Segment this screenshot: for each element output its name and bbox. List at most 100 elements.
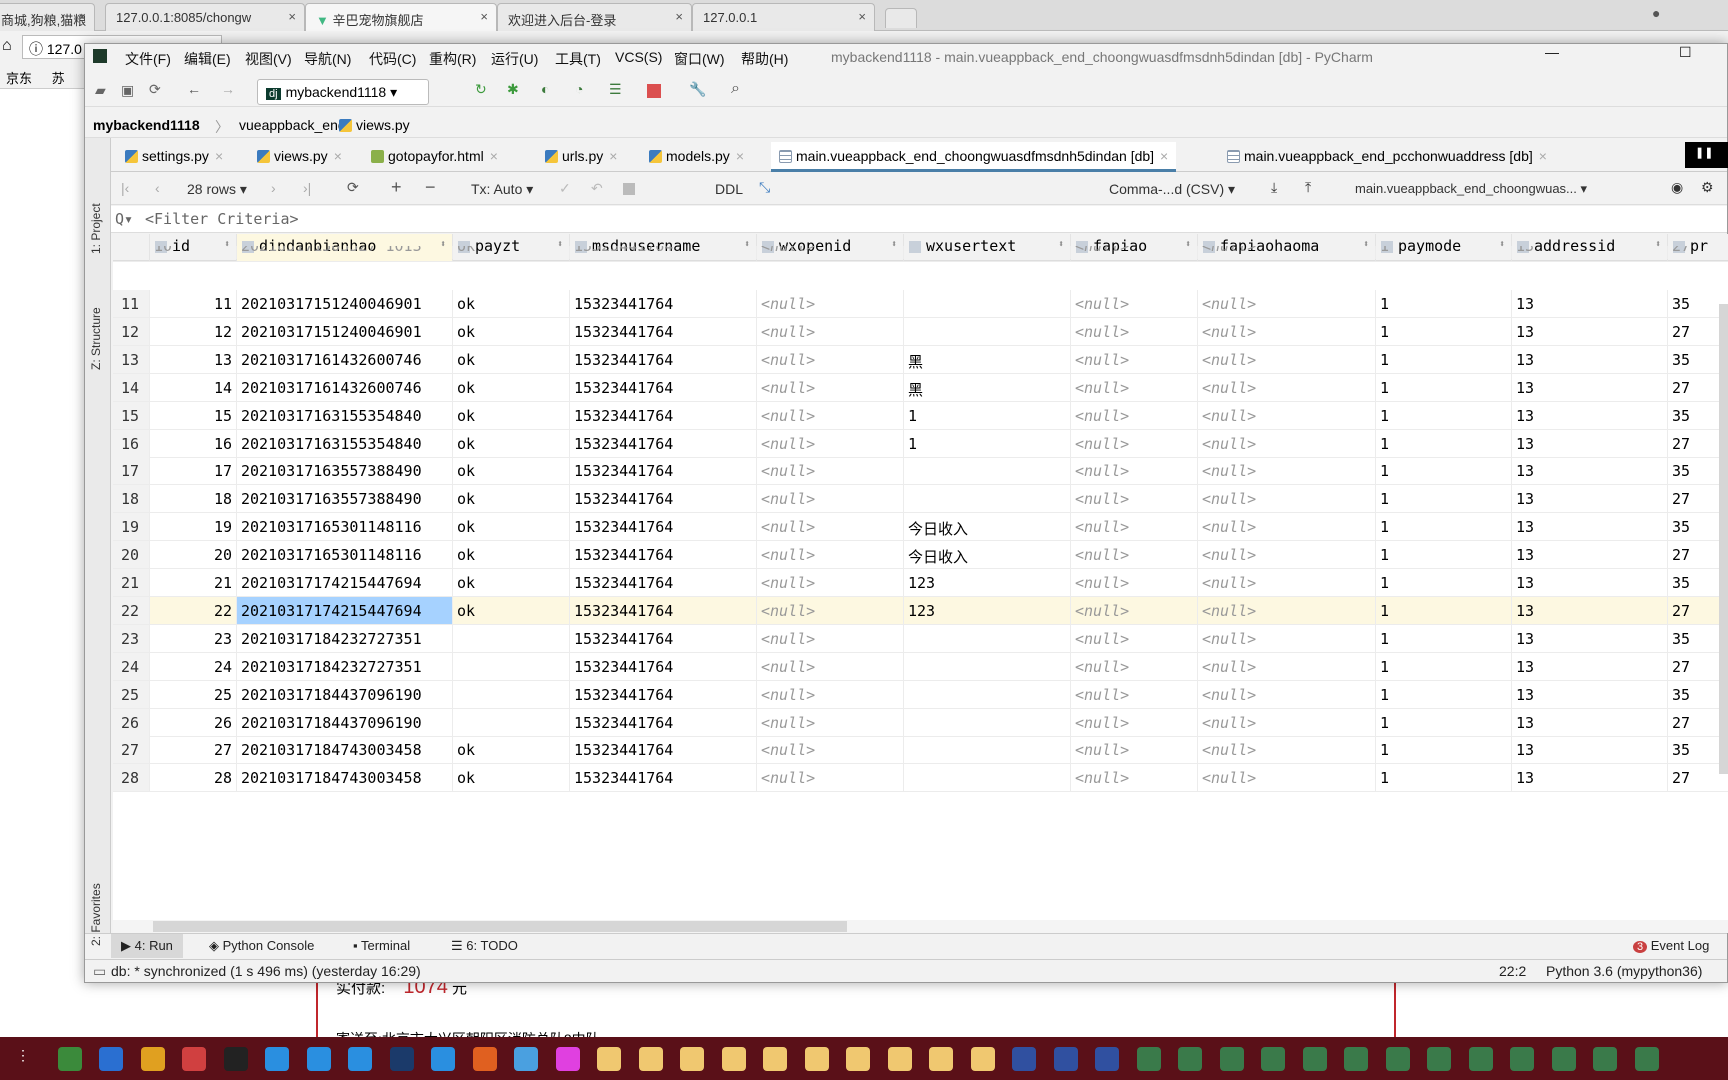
table-cell[interactable]: 20210317174215447694 bbox=[237, 596, 453, 624]
table-cell[interactable]: 15323441764 bbox=[570, 736, 757, 764]
table-cell[interactable]: <null> bbox=[1071, 541, 1198, 569]
menu-code[interactable]: 代码(C) bbox=[369, 49, 416, 69]
table-cell[interactable]: <null> bbox=[757, 513, 904, 541]
close-icon[interactable]: × bbox=[858, 9, 866, 24]
table-row[interactable]: 15 15 20210317163155354840 ok 15323441764 <nu… bbox=[113, 401, 1728, 430]
tab-terminal[interactable]: ▪ Terminal bbox=[353, 938, 410, 953]
table-cell[interactable]: <null> bbox=[757, 596, 904, 624]
table-cell[interactable]: <null> bbox=[757, 485, 904, 513]
table-cell[interactable]: ok bbox=[453, 569, 570, 596]
project-tool-tab[interactable]: 1: Project bbox=[89, 203, 103, 254]
taskbar-app-icon[interactable] bbox=[887, 1047, 912, 1071]
table-cell[interactable]: <null> bbox=[1071, 401, 1198, 429]
upload-icon[interactable]: ⤒ bbox=[1305, 179, 1311, 196]
table-cell[interactable]: 15323441764 bbox=[570, 345, 757, 373]
taskbar-app-icon[interactable] bbox=[1012, 1047, 1036, 1071]
table-cell[interactable]: 24 bbox=[150, 652, 237, 680]
table-cell[interactable]: ok bbox=[453, 457, 570, 485]
taskbar-app-icon[interactable] bbox=[1302, 1047, 1327, 1071]
table-cell[interactable]: 1 bbox=[1376, 246, 1512, 259]
table-cell[interactable] bbox=[904, 485, 1071, 513]
table-cell[interactable]: <null> bbox=[1071, 457, 1198, 485]
table-row[interactable]: 20 20 20210317165301148116 ok 15323441764 <nu… bbox=[113, 541, 1728, 570]
breadcrumb-project[interactable]: mybackend1118 bbox=[93, 117, 200, 133]
table-cell[interactable]: <null> bbox=[1071, 652, 1198, 680]
table-cell[interactable]: <null> bbox=[757, 708, 904, 736]
ddl-button[interactable]: DDL bbox=[715, 181, 743, 197]
table-cell[interactable]: 20210317163155354840 bbox=[237, 401, 453, 429]
table-cell[interactable] bbox=[904, 652, 1071, 680]
view-icon[interactable]: ◉ bbox=[1671, 179, 1683, 196]
table-cell[interactable]: 1 bbox=[1376, 317, 1512, 345]
table-cell[interactable] bbox=[904, 317, 1071, 345]
taskbar-app-icon[interactable] bbox=[182, 1047, 206, 1071]
table-row[interactable]: 25 25 20210317184437096190 15323441764 <null… bbox=[113, 680, 1728, 709]
stop-icon[interactable] bbox=[647, 84, 661, 98]
table-cell[interactable]: <null> bbox=[1198, 569, 1376, 596]
taskbar-app-icon[interactable] bbox=[1634, 1047, 1659, 1071]
menu-refactor[interactable]: 重构(R) bbox=[429, 49, 476, 69]
table-cell[interactable]: 15323441764 bbox=[570, 764, 757, 792]
table-cell[interactable]: <null> bbox=[1198, 764, 1376, 792]
table-row-partial[interactable]: 10 202103171505527 1013 ok 15323441764 <null… bbox=[113, 246, 1728, 262]
table-cell[interactable]: 19 bbox=[150, 513, 237, 541]
table-cell[interactable]: <null> bbox=[757, 569, 904, 596]
table-cell[interactable]: 1 bbox=[1376, 457, 1512, 485]
taskbar-app-icon[interactable] bbox=[223, 1047, 248, 1071]
new-tab-button[interactable] bbox=[885, 8, 917, 28]
table-cell[interactable]: 25 bbox=[150, 680, 237, 708]
menu-tools[interactable]: 工具(T) bbox=[555, 49, 601, 69]
taskbar-app-icon[interactable] bbox=[1510, 1047, 1534, 1071]
interpreter[interactable]: Python 3.6 (mypython36) bbox=[1546, 963, 1702, 979]
table-cell[interactable]: <null> bbox=[1198, 246, 1376, 259]
table-cell[interactable]: <null> bbox=[1198, 680, 1376, 708]
event-log-button[interactable]: 3 Event Log bbox=[1633, 938, 1709, 953]
table-cell[interactable]: 27 bbox=[150, 736, 237, 764]
table-cell[interactable]: <null> bbox=[1198, 345, 1376, 373]
table-cell[interactable]: <null> bbox=[1071, 429, 1198, 457]
table-cell[interactable]: <null> bbox=[1198, 317, 1376, 345]
save-icon[interactable]: ▣ bbox=[121, 82, 134, 99]
table-cell[interactable]: 15323441764 bbox=[570, 317, 757, 345]
table-cell[interactable] bbox=[904, 457, 1071, 485]
menu-help[interactable]: 帮助(H) bbox=[741, 49, 788, 69]
taskbar-app-icon[interactable] bbox=[597, 1047, 621, 1071]
search-icon[interactable]: ⌕ bbox=[731, 80, 740, 98]
table-cell[interactable]: ok bbox=[453, 541, 570, 569]
table-cell[interactable]: 123 bbox=[904, 569, 1071, 596]
table-cell[interactable]: 1 bbox=[1376, 764, 1512, 792]
tab-dindan-db-active[interactable]: main.vueappback_end_choongwuasdfmsdnh5di… bbox=[771, 142, 1177, 172]
table-cell[interactable]: 18 bbox=[150, 485, 237, 513]
table-cell[interactable]: <null> bbox=[757, 429, 904, 457]
table-cell[interactable]: <null> bbox=[757, 290, 904, 317]
table-cell[interactable]: 1 bbox=[1376, 485, 1512, 513]
menu-edit[interactable]: 编辑(E) bbox=[184, 49, 231, 69]
table-cell[interactable]: <null> bbox=[757, 246, 904, 259]
toggle-panels-icon[interactable]: ▭ bbox=[93, 963, 106, 980]
table-cell[interactable]: 15323441764 bbox=[570, 596, 757, 624]
datasource-select[interactable]: main.vueappback_end_choongwuas... ▾ bbox=[1355, 181, 1587, 197]
table-row[interactable]: 23 23 20210317184232727351 15323441764 <null… bbox=[113, 624, 1728, 653]
back-icon[interactable]: ← bbox=[187, 81, 201, 97]
table-row[interactable]: 11 11 20210317151240046901 ok 15323441764 <nu… bbox=[113, 290, 1728, 318]
close-icon[interactable]: × bbox=[490, 148, 498, 164]
table-cell[interactable]: 1 bbox=[1376, 401, 1512, 429]
table-cell[interactable]: <null> bbox=[1071, 290, 1198, 317]
table-cell[interactable]: 1 bbox=[1376, 680, 1512, 708]
table-cell[interactable]: 今日收入 bbox=[904, 513, 1071, 541]
table-cell[interactable]: 20210317165301148116 bbox=[237, 541, 453, 569]
table-cell[interactable]: 202103171505527 1013 bbox=[237, 246, 453, 259]
table-cell[interactable]: 13 bbox=[1512, 513, 1668, 541]
table-cell[interactable]: <null> bbox=[1198, 373, 1376, 401]
cancel-icon[interactable] bbox=[623, 183, 635, 195]
menu-file[interactable]: 文件(F) bbox=[125, 49, 171, 69]
tab-models-py[interactable]: models.py × bbox=[649, 148, 744, 164]
table-cell[interactable]: <null> bbox=[1198, 401, 1376, 429]
table-cell[interactable] bbox=[904, 290, 1071, 317]
table-cell[interactable]: ok bbox=[453, 736, 570, 764]
table-cell[interactable]: 13 bbox=[1512, 317, 1668, 345]
table-cell[interactable]: 15323441764 bbox=[570, 401, 757, 429]
table-cell[interactable]: 13 bbox=[1512, 569, 1668, 596]
table-cell[interactable]: 黑 bbox=[904, 345, 1071, 373]
tab-settings-py[interactable]: settings.py × bbox=[125, 148, 223, 164]
